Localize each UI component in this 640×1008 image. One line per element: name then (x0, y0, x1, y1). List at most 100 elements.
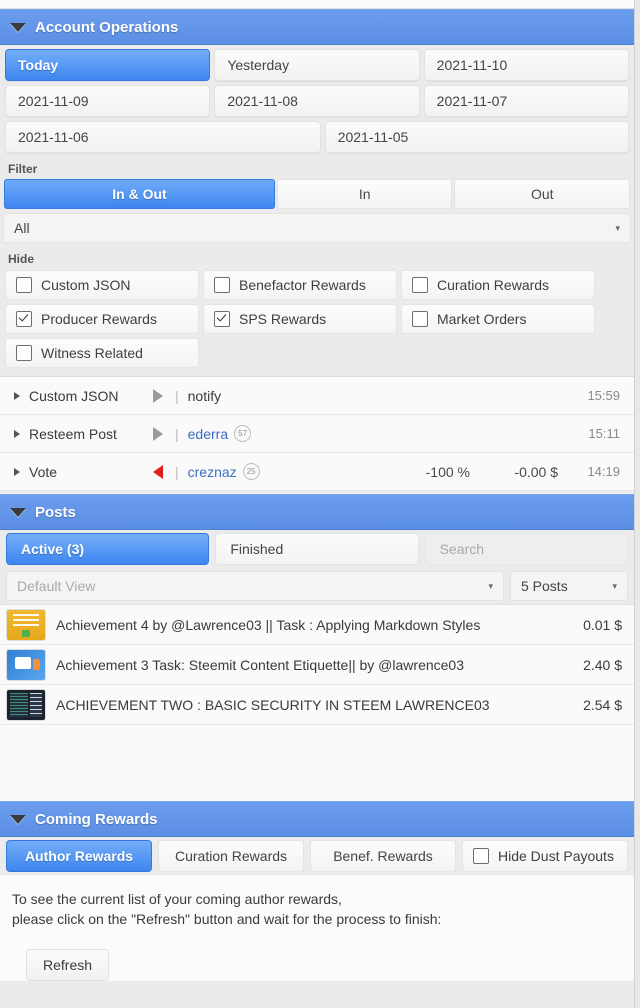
post-title[interactable]: ACHIEVEMENT TWO : BASIC SECURITY IN STEE… (56, 697, 573, 713)
hide-option-label: Producer Rewards (41, 311, 157, 327)
hide-option-curation-rewards[interactable]: Curation Rewards (401, 270, 595, 300)
checkbox-icon[interactable] (16, 345, 32, 361)
checkbox-checked-icon[interactable] (214, 311, 230, 327)
chevron-right-icon[interactable] (14, 467, 20, 476)
coming-rewards-body: To see the current list of your coming a… (0, 875, 634, 981)
separator: | (175, 425, 179, 442)
table-row[interactable]: Resteem Post | ederra 57 15:11 (0, 415, 634, 453)
table-row[interactable]: Custom JSON | notify 15:59 (0, 377, 634, 415)
checkbox-icon[interactable] (412, 277, 428, 293)
content-etiquette-thumbnail (6, 648, 46, 681)
list-item[interactable]: Achievement 4 by @Lawrence03 || Task : A… (0, 605, 634, 645)
operation-percent: -100 % (425, 463, 470, 480)
hide-label: Hide (8, 252, 35, 266)
date-tab-today[interactable]: Today (5, 49, 211, 81)
chevron-down-icon (10, 507, 26, 517)
operations-list: Custom JSON | notify 15:59 Resteem Post … (0, 376, 634, 491)
posts-search-input[interactable]: Search (424, 533, 628, 565)
hide-option-witness-related[interactable]: Witness Related (5, 338, 199, 368)
direction-icon-downvote (147, 464, 169, 479)
post-title[interactable]: Achievement 4 by @Lawrence03 || Task : A… (56, 617, 573, 633)
operation-type: Vote (29, 463, 58, 480)
posts-count-select[interactable]: 5 Posts ▾ (510, 571, 628, 601)
date-tab-2021-11-07[interactable]: 2021-11-07 (423, 85, 629, 117)
operation-target: notify (187, 387, 222, 404)
operation-time: 15:59 (587, 388, 620, 403)
table-row[interactable]: Vote | creznaz 25 -100 % -0.00 $ 14:19 (0, 453, 634, 491)
direction-filter-in[interactable]: In (276, 179, 453, 209)
top-strip (0, 0, 634, 9)
list-item[interactable]: ACHIEVEMENT TWO : BASIC SECURITY IN STEE… (0, 685, 634, 725)
post-title[interactable]: Achievement 3 Task: Steemit Content Etiq… (56, 657, 573, 673)
hide-options-row-1: Custom JSON Benefactor Rewards Curation … (3, 268, 631, 302)
tab-active-posts[interactable]: Active (3) (6, 533, 210, 565)
chevron-down-icon: ▾ (488, 580, 493, 591)
filter-label: Filter (8, 162, 38, 176)
operation-type: Resteem Post (29, 425, 117, 442)
chevron-right-icon[interactable] (14, 429, 20, 438)
markdown-styles-thumbnail (6, 608, 46, 641)
reputation-badge: 25 (242, 463, 260, 480)
tab-benef-rewards[interactable]: Benef. Rewards (310, 840, 456, 872)
hide-option-label: Curation Rewards (437, 277, 550, 293)
hide-dust-payouts-option[interactable]: Hide Dust Payouts (462, 840, 628, 872)
chevron-down-icon (10, 22, 26, 32)
checkbox-icon[interactable] (214, 277, 230, 293)
hide-option-label: Market Orders (437, 311, 527, 327)
checkbox-icon[interactable] (412, 311, 428, 327)
chevron-down-icon: ▾ (615, 222, 620, 233)
date-tab-2021-11-09[interactable]: 2021-11-09 (5, 85, 211, 117)
hide-option-sps-rewards[interactable]: SPS Rewards (203, 304, 397, 334)
posts-header[interactable]: Posts (0, 494, 634, 530)
posts-view-select[interactable]: Default View ▾ (6, 571, 504, 601)
hide-options-group: Custom JSON Benefactor Rewards Curation … (0, 268, 634, 376)
list-item[interactable]: Achievement 3 Task: Steemit Content Etiq… (0, 645, 634, 685)
reputation-badge: 57 (234, 425, 252, 442)
separator: | (175, 463, 179, 480)
account-operations-header[interactable]: Account Operations (0, 9, 634, 45)
date-tabs-row-2: 2021-11-09 2021-11-08 2021-11-07 (0, 83, 634, 119)
posts-list: Achievement 4 by @Lawrence03 || Task : A… (0, 604, 634, 801)
hide-option-benefactor-rewards[interactable]: Benefactor Rewards (203, 270, 397, 300)
hide-option-market-orders[interactable]: Market Orders (401, 304, 595, 334)
operation-time: 15:11 (588, 426, 620, 441)
operation-target-link[interactable]: creznaz (188, 464, 237, 480)
account-operations-title: Account Operations (35, 18, 179, 36)
date-tab-2021-11-08[interactable]: 2021-11-08 (214, 85, 420, 117)
hide-dust-payouts-label: Hide Dust Payouts (498, 848, 614, 864)
hide-option-producer-rewards[interactable]: Producer Rewards (5, 304, 199, 334)
checkbox-checked-icon[interactable] (16, 311, 32, 327)
hide-option-custom-json[interactable]: Custom JSON (5, 270, 199, 300)
chevron-right-icon[interactable] (14, 391, 20, 400)
operation-time: 14:19 (587, 464, 620, 479)
tab-author-rewards[interactable]: Author Rewards (6, 840, 152, 872)
operation-type-value: All (14, 220, 30, 236)
app-page: Account Operations Today Yesterday 2021-… (0, 0, 635, 1008)
coming-rewards-title: Coming Rewards (35, 810, 158, 828)
chevron-down-icon (10, 814, 26, 824)
post-value: 0.01 $ (583, 616, 622, 633)
operation-type-select[interactable]: All ▾ (3, 213, 631, 243)
operation-target-link[interactable]: ederra (188, 426, 228, 442)
post-value: 2.40 $ (583, 656, 622, 673)
tab-curation-rewards[interactable]: Curation Rewards (158, 840, 304, 872)
date-tabs: Today Yesterday 2021-11-10 2021-11-09 20… (0, 45, 634, 156)
date-tab-2021-11-06[interactable]: 2021-11-06 (5, 121, 321, 153)
checkbox-icon[interactable] (473, 848, 489, 864)
date-tab-2021-11-10[interactable]: 2021-11-10 (423, 49, 629, 81)
direction-filter-group: In & Out In Out (0, 178, 634, 210)
hide-option-label: SPS Rewards (239, 311, 327, 327)
date-tab-yesterday[interactable]: Yesterday (214, 49, 420, 81)
date-tabs-row-1: Today Yesterday 2021-11-10 (0, 47, 634, 83)
refresh-button[interactable]: Refresh (26, 949, 110, 981)
checkbox-icon[interactable] (16, 277, 32, 293)
direction-icon-outgoing (147, 388, 169, 403)
chevron-down-icon: ▾ (612, 580, 617, 591)
date-tab-2021-11-05[interactable]: 2021-11-05 (324, 121, 629, 153)
coming-rewards-header[interactable]: Coming Rewards (0, 801, 634, 837)
hide-option-label: Benefactor Rewards (239, 277, 366, 293)
direction-filter-out[interactable]: Out (454, 179, 630, 209)
tab-finished-posts[interactable]: Finished (215, 533, 419, 565)
operation-value: -0.00 $ (514, 463, 558, 480)
direction-filter-in-and-out[interactable]: In & Out (4, 179, 275, 209)
